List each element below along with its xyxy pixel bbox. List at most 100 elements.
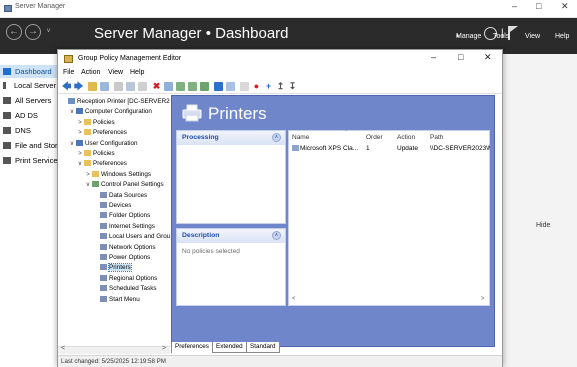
tab-extended[interactable]: Extended	[212, 342, 247, 353]
tree-node[interactable]: ∨ Computer Configuration	[68, 107, 152, 117]
sidebar-item-print-services[interactable]: Print Services	[0, 154, 58, 167]
column-header-name[interactable]: Name	[292, 134, 309, 141]
move-down-icon[interactable]: ↧	[288, 82, 297, 91]
menu-help[interactable]: Help	[555, 33, 569, 40]
gpme-minimize-icon[interactable]: –	[431, 52, 436, 62]
scroll-right-icon[interactable]: >	[162, 345, 166, 352]
printers-icon	[100, 264, 107, 271]
back-button[interactable]: ←	[6, 24, 22, 40]
up-folder-icon[interactable]	[88, 82, 97, 91]
gpme-titlebar: Group Policy Management Editor – □ ✕	[58, 50, 502, 67]
collapse-chevron-icon[interactable]: ∧	[272, 133, 281, 142]
minimize-icon[interactable]: –	[512, 1, 517, 11]
tree-node[interactable]: > Windows Settings	[84, 170, 151, 180]
scroll-left-icon[interactable]: <	[61, 345, 65, 352]
show-hide-tree-icon[interactable]	[100, 82, 109, 91]
export-list-icon[interactable]	[200, 82, 209, 91]
server-manager-sidebar: Dashboard Local Server All Servers AD DS…	[0, 54, 58, 367]
copy-icon[interactable]	[126, 82, 135, 91]
tree-node[interactable]: Data Sources	[92, 191, 147, 201]
properties-icon[interactable]	[164, 82, 173, 91]
new-item-icon[interactable]	[240, 82, 249, 91]
tab-preferences[interactable]: Preferences	[171, 342, 213, 353]
sidebar-item-file-storage[interactable]: File and Storage Services	[0, 139, 58, 152]
menu-manage[interactable]: Manage	[456, 33, 481, 40]
expand-chevron-icon[interactable]: >	[76, 128, 84, 138]
help-icon[interactable]	[214, 82, 223, 91]
column-header-order[interactable]: Order	[366, 134, 383, 141]
tree-node[interactable]: Regional Options	[92, 274, 157, 284]
tree-node[interactable]: ∨ User Configuration	[68, 139, 138, 149]
tree-node[interactable]: Network Options	[92, 243, 156, 253]
tree-node[interactable]: ∨ Control Panel Settings	[84, 180, 164, 190]
notifications-flag-icon[interactable]	[508, 26, 518, 40]
sidebar-item-dashboard[interactable]: Dashboard	[0, 65, 58, 78]
add-icon[interactable]: +	[264, 82, 273, 91]
cut-icon[interactable]	[114, 82, 123, 91]
tree-node[interactable]: > Preferences	[76, 128, 127, 138]
column-header-path[interactable]: Path	[430, 134, 443, 141]
expand-chevron-icon[interactable]: >	[76, 149, 84, 159]
menu-help[interactable]: Help	[130, 69, 144, 76]
power-options-icon	[100, 254, 107, 260]
printers-details-pane: Printers Processing ∧ Description ∧ No p…	[171, 95, 495, 347]
menu-tools[interactable]: Tools	[493, 33, 509, 40]
collapse-chevron-icon[interactable]: ∨	[76, 159, 84, 169]
paste-icon[interactable]	[138, 82, 147, 91]
collapse-chevron-icon[interactable]: ∨	[68, 107, 76, 117]
scroll-right-icon[interactable]: >	[481, 296, 485, 302]
sidebar-item-ad-ds[interactable]: AD DS	[0, 109, 58, 122]
tree-node[interactable]: Printers	[92, 263, 132, 273]
tree-horizontal-scrollbar[interactable]: < >	[58, 345, 170, 354]
scroll-left-icon[interactable]: <	[292, 296, 296, 302]
collapse-chevron-icon[interactable]: ∨	[84, 180, 92, 190]
view-icon[interactable]	[226, 82, 235, 91]
printer-preferences-list: ^ Name Order Action Path Microsoft XPS C…	[288, 129, 490, 306]
tree-node[interactable]: Local Users and Groups	[92, 232, 170, 242]
sidebar-item-all-servers[interactable]: All Servers	[0, 94, 58, 107]
tab-standard[interactable]: Standard	[246, 342, 280, 353]
tree-node[interactable]: Internet Settings	[92, 222, 155, 232]
tree-node[interactable]: > Policies	[76, 149, 115, 159]
folder-icon	[84, 160, 91, 167]
collapse-chevron-icon[interactable]: ∨	[68, 139, 76, 149]
tree-node-label: Policies	[93, 150, 115, 157]
start-menu-icon	[100, 295, 107, 302]
expand-chevron-icon[interactable]: >	[76, 118, 84, 128]
menu-view[interactable]: View	[525, 33, 540, 40]
collapse-chevron-icon[interactable]: ∧	[272, 231, 281, 240]
maximize-icon[interactable]: □	[536, 1, 541, 11]
column-header-action[interactable]: Action	[397, 134, 415, 141]
tree-node[interactable]: ∨ Preferences	[76, 159, 127, 169]
menu-view[interactable]: View	[108, 69, 123, 76]
delete-icon[interactable]: ✖	[152, 82, 161, 91]
forward-arrow-icon[interactable]: 🡆	[74, 82, 83, 91]
tree-node[interactable]: Start Menu	[92, 295, 140, 305]
menu-action[interactable]: Action	[81, 69, 100, 76]
back-arrow-icon[interactable]: 🡄	[62, 82, 71, 91]
menu-file[interactable]: File	[63, 69, 74, 76]
block-icon[interactable]: ●	[252, 82, 261, 91]
tree-node[interactable]: > Policies	[76, 118, 115, 128]
sidebar-item-local-server[interactable]: Local Server	[0, 79, 58, 92]
move-up-icon[interactable]: ↥	[276, 82, 285, 91]
tree-node[interactable]: Reception Printer [DC-SERVER2023.	[60, 97, 170, 107]
list-horizontal-scrollbar[interactable]: < >	[289, 296, 489, 305]
tree-node[interactable]: Devices	[92, 201, 131, 211]
printer-item-icon	[292, 145, 299, 151]
print-icon[interactable]	[176, 82, 185, 91]
refresh-icon[interactable]	[188, 82, 197, 91]
close-icon[interactable]: ✕	[561, 1, 569, 12]
gpme-close-icon[interactable]: ✕	[484, 52, 492, 63]
tree-node[interactable]: Folder Options	[92, 211, 150, 221]
gpme-window-title: Group Policy Management Editor	[78, 55, 182, 62]
gpme-maximize-icon[interactable]: □	[458, 52, 463, 62]
hide-link[interactable]: Hide	[536, 222, 550, 229]
sort-ascending-icon: ^	[345, 129, 348, 135]
tree-node[interactable]: Scheduled Tasks	[92, 284, 157, 294]
history-dropdown-icon[interactable]: ˅	[44, 27, 53, 36]
sidebar-item-dns[interactable]: DNS	[0, 124, 58, 137]
tree-node[interactable]: Power Options	[92, 253, 150, 263]
forward-button[interactable]: →	[25, 24, 41, 40]
expand-chevron-icon[interactable]: >	[84, 170, 92, 180]
